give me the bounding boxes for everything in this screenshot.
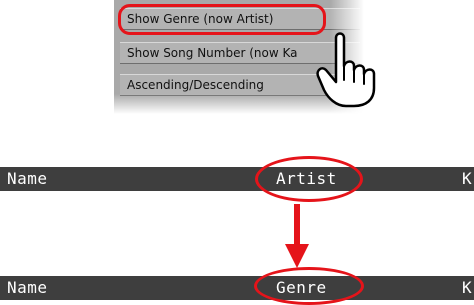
column-header-k[interactable]: K bbox=[462, 276, 472, 300]
column-header-k[interactable]: K bbox=[462, 167, 472, 191]
column-header-name[interactable]: Name bbox=[7, 276, 48, 300]
arrow-down-icon bbox=[285, 204, 309, 268]
menu-item-highlight-outline bbox=[118, 4, 326, 35]
column-header-bar-after: Name Genre K bbox=[0, 276, 474, 300]
genre-highlight-ellipse bbox=[254, 267, 364, 305]
column-header-name[interactable]: Name bbox=[7, 167, 48, 191]
column-header-bar-before: Name Artist K bbox=[0, 167, 474, 191]
pointing-hand-icon bbox=[316, 32, 376, 108]
artist-highlight-ellipse bbox=[255, 156, 363, 202]
